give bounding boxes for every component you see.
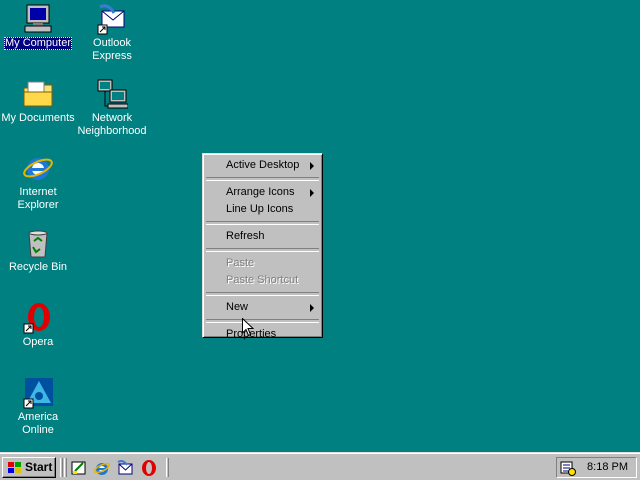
desktop-context-menu: Active Desktop Arrange Icons Line Up Ico… xyxy=(202,153,323,340)
desktop-icon-label: Opera xyxy=(22,336,54,348)
scheduler-icon[interactable] xyxy=(560,460,576,476)
submenu-arrow-icon xyxy=(310,162,314,170)
start-button[interactable]: Start xyxy=(2,457,56,478)
desktop-icon-america-online[interactable]: America Online xyxy=(0,377,76,437)
desktop-icon-label: Internet Explorer xyxy=(17,186,59,211)
opera-icon xyxy=(23,303,50,334)
menu-separator xyxy=(206,248,319,252)
menu-item-properties[interactable]: Properties xyxy=(205,326,320,343)
submenu-arrow-icon xyxy=(310,189,314,197)
folder-icon xyxy=(23,81,53,107)
menu-item-label: New xyxy=(226,301,249,313)
network-neighborhood-icon xyxy=(97,79,128,109)
desktop-icon-opera[interactable]: Opera xyxy=(0,302,76,349)
submenu-arrow-icon xyxy=(310,304,314,312)
windows-logo-icon xyxy=(8,462,21,473)
menu-item-paste-shortcut: Paste Shortcut xyxy=(205,272,320,289)
menu-item-label: Paste xyxy=(226,257,255,269)
desktop-icon-outlook-express[interactable]: Outlook Express xyxy=(74,3,150,63)
desktop-icon-label: Outlook Express xyxy=(92,37,132,62)
toolbar-grip[interactable] xyxy=(64,458,67,477)
desktop-icon-my-documents[interactable]: My Documents xyxy=(0,78,76,125)
menu-item-arrange-icons[interactable]: Arrange Icons xyxy=(205,184,320,201)
outlook-express-icon xyxy=(97,4,125,35)
start-label: Start xyxy=(25,460,53,474)
outlook-express-icon[interactable] xyxy=(116,459,134,477)
desktop-icon-internet-explorer[interactable]: Internet Explorer xyxy=(0,152,76,212)
menu-item-label: Paste Shortcut xyxy=(226,274,299,286)
desktop-icon-label: My Computer xyxy=(3,37,73,50)
clock[interactable]: 8:18 PM xyxy=(587,461,628,473)
menu-item-label: Active Desktop xyxy=(226,159,300,171)
toolbar-grip[interactable] xyxy=(60,458,63,477)
menu-item-line-up-icons[interactable]: Line Up Icons xyxy=(205,201,320,218)
mouse-cursor-icon xyxy=(242,318,254,337)
desktop-icon-my-computer[interactable]: My Computer xyxy=(0,3,76,50)
my-computer-icon xyxy=(24,4,52,33)
show-desktop-icon[interactable] xyxy=(70,459,88,477)
desktop-icon-network-neighborhood[interactable]: Network Neighborhood xyxy=(74,78,150,138)
opera-icon[interactable] xyxy=(140,459,158,477)
menu-item-label: Arrange Icons xyxy=(226,186,295,198)
desktop-icon-label: America Online xyxy=(17,411,59,436)
menu-item-label: Line Up Icons xyxy=(226,203,294,215)
desktop-icon-label: Recycle Bin xyxy=(8,261,68,273)
internet-explorer-icon[interactable] xyxy=(93,459,111,477)
desktop-icon-label: Network Neighborhood xyxy=(77,112,147,137)
internet-explorer-icon xyxy=(23,158,53,180)
menu-separator xyxy=(206,177,319,181)
recycle-bin-icon xyxy=(28,230,48,258)
system-tray: 8:18 PM xyxy=(556,457,637,478)
menu-item-new[interactable]: New xyxy=(205,299,320,316)
menu-item-active-desktop[interactable]: Active Desktop xyxy=(205,157,320,174)
america-online-icon xyxy=(23,378,53,409)
taskbar: Start 8:18 PM xyxy=(0,452,640,480)
desktop-icon-label: My Documents xyxy=(1,112,75,124)
menu-separator xyxy=(206,319,319,323)
menu-separator xyxy=(206,221,319,225)
menu-separator xyxy=(206,292,319,296)
toolbar-grip[interactable] xyxy=(166,458,169,477)
menu-item-refresh[interactable]: Refresh xyxy=(205,228,320,245)
menu-item-paste: Paste xyxy=(205,255,320,272)
desktop-icon-recycle-bin[interactable]: Recycle Bin xyxy=(0,227,76,274)
menu-item-label: Refresh xyxy=(226,230,265,242)
